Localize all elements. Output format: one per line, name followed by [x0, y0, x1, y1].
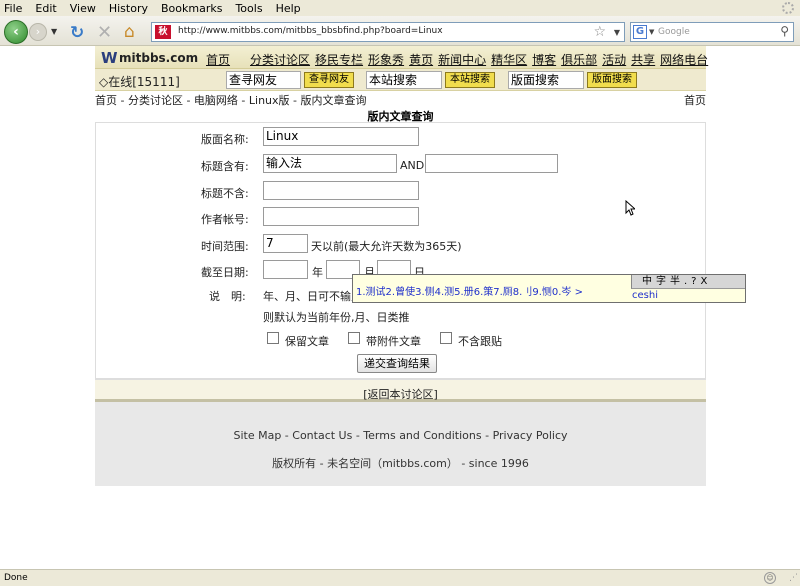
status-addon-icon[interactable]: ☺	[764, 572, 776, 584]
site-logo-text[interactable]: mitbbs.com	[119, 51, 198, 65]
back-to-board-link[interactable]: [返回本讨论区]	[363, 388, 438, 401]
keep-checkbox[interactable]	[267, 332, 279, 344]
url-dropdown-icon[interactable]: ▼	[614, 28, 620, 37]
title-has-input-2[interactable]	[425, 154, 558, 173]
copyright: 版权所有 - 未名空间（mitbbs.com） - since 1996	[272, 457, 529, 470]
browser-search-box[interactable]: G ▼ Google ⚲	[630, 22, 794, 42]
menu-tools[interactable]: Tools	[235, 2, 262, 15]
status-bar: Done ☺ ⋰	[0, 569, 800, 586]
title-not-input[interactable]	[263, 181, 419, 200]
nav-yellowpages[interactable]: 黄页	[409, 51, 433, 68]
nav-radio[interactable]: 网络电台	[660, 51, 708, 68]
year-input[interactable]	[263, 260, 308, 279]
board-label: 版面名称:	[201, 133, 249, 146]
back-bar: [返回本讨论区]	[95, 379, 706, 402]
no-reply-checkbox[interactable]	[440, 332, 452, 344]
attachment-label: 带附件文章	[366, 335, 421, 348]
user-search-input[interactable]: 查寻网友	[226, 71, 301, 89]
nav-blog[interactable]: 博客	[532, 51, 556, 68]
footer: Site Map - Contact Us - Terms and Condit…	[95, 402, 706, 486]
author-input[interactable]	[263, 207, 419, 226]
menu-help[interactable]: Help	[276, 2, 301, 15]
range-suffix: 天以前(最大允许天数为365天)	[311, 240, 462, 253]
nav-show[interactable]: 形象秀	[368, 51, 404, 68]
range-input[interactable]: 7	[263, 234, 308, 253]
bookmark-star-icon[interactable]: ☆	[593, 24, 606, 40]
menu-bookmarks[interactable]: Bookmarks	[161, 2, 222, 15]
url-text[interactable]: http://www.mitbbs.com/mitbbs_bbsbfind.ph…	[178, 26, 443, 36]
site-search-button[interactable]: 本站搜索	[445, 72, 495, 88]
keep-label: 保留文章	[285, 335, 329, 348]
menu-bar: File Edit View History Bookmarks Tools H…	[0, 0, 800, 16]
engine-dropdown-icon[interactable]: ▼	[649, 28, 654, 36]
year-unit: 年	[312, 266, 323, 279]
menu-view[interactable]: View	[70, 2, 96, 15]
ime-candidates[interactable]: 1.测试2.曾使3.侧4.测5.册6.策7.厕8.刂9.恻0.岑 >	[356, 283, 583, 298]
menu-history[interactable]: History	[109, 2, 148, 15]
note-line-1: 年、月、日可不输入	[263, 290, 362, 303]
site-search-input[interactable]: 本站搜索	[366, 71, 442, 89]
site-favicon: 秋	[155, 25, 171, 39]
menu-edit[interactable]: Edit	[35, 2, 56, 15]
reload-icon[interactable]: ↻	[70, 23, 84, 43]
back-button[interactable]: ‹	[4, 20, 28, 44]
navigation-toolbar: ‹ › ▼ ↻ ✕ ⌂ 秋 http://www.mitbbs.com/mitb…	[0, 16, 800, 46]
site-header: W mitbbs.com 首页 分类讨论区 移民专栏 形象秀 黄页 新闻中心 精…	[95, 46, 708, 69]
submit-button[interactable]: 递交查询结果	[357, 354, 437, 373]
note-line-2: 则默认为当前年份,月、日类推	[263, 311, 410, 324]
menu-file[interactable]: File	[4, 2, 22, 15]
search-engine-icon[interactable]: G	[633, 25, 647, 39]
date-label: 截至日期:	[201, 266, 249, 279]
search-form: 版面名称: Linux 标题含有: 输入法 AND 标题不含: 作者帐号: 时间…	[95, 123, 706, 379]
address-bar[interactable]: 秋 http://www.mitbbs.com/mitbbs_bbsbfind.…	[151, 22, 625, 42]
stop-icon[interactable]: ✕	[97, 22, 112, 43]
throbber-icon	[782, 2, 794, 14]
online-count: ◇在线[15111]	[99, 75, 180, 89]
ime-candidate-window: 1.测试2.曾使3.侧4.测5.册6.策7.厕8.刂9.恻0.岑 > 中字半.?…	[352, 274, 746, 303]
site-logo-icon[interactable]: W	[101, 49, 118, 67]
page-content: W mitbbs.com 首页 分类讨论区 移民专栏 形象秀 黄页 新闻中心 精…	[95, 46, 708, 486]
home-icon[interactable]: ⌂	[124, 22, 135, 42]
history-dropdown-icon[interactable]: ▼	[51, 27, 57, 36]
nav-categories[interactable]: 分类讨论区	[250, 51, 310, 68]
nav-club[interactable]: 俱乐部	[561, 51, 597, 68]
nav-news[interactable]: 新闻中心	[438, 51, 486, 68]
nav-events[interactable]: 活动	[602, 51, 626, 68]
site-nav: 首页 分类讨论区 移民专栏 形象秀 黄页 新闻中心 精华区 博客 俱乐部 活动 …	[206, 51, 713, 68]
title-has-label: 标题含有:	[201, 160, 249, 173]
breadcrumb: 首页 - 分类讨论区 - 电脑网络 - Linux版 - 版内文章查询 首页	[95, 91, 706, 108]
resize-grip-icon[interactable]: ⋰	[789, 573, 798, 583]
search-placeholder[interactable]: Google	[658, 27, 690, 37]
breadcrumb-home[interactable]: 首页	[684, 92, 706, 108]
mouse-cursor-icon	[625, 200, 635, 216]
search-row: ◇在线[15111] 查寻网友 查寻网友 本站搜索 本站搜索 版面搜索 版面搜索	[95, 69, 706, 91]
ime-composition: ceshi	[632, 290, 658, 301]
nav-immigration[interactable]: 移民专栏	[315, 51, 363, 68]
no-reply-label: 不含跟贴	[458, 335, 502, 348]
title-not-label: 标题不含:	[201, 187, 249, 200]
title-has-input[interactable]: 输入法	[263, 154, 397, 173]
search-icon[interactable]: ⚲	[780, 24, 789, 38]
ime-toolbar[interactable]: 中字半.?X	[631, 275, 745, 289]
nav-digest[interactable]: 精华区	[491, 51, 527, 68]
board-input[interactable]: Linux	[263, 127, 419, 146]
attachment-checkbox[interactable]	[348, 332, 360, 344]
nav-share[interactable]: 共享	[631, 51, 655, 68]
footer-links[interactable]: Site Map - Contact Us - Terms and Condit…	[95, 402, 706, 442]
breadcrumb-trail[interactable]: 首页 - 分类讨论区 - 电脑网络 - Linux版 - 版内文章查询	[95, 92, 367, 108]
and-label: AND	[400, 159, 425, 172]
board-search-input[interactable]: 版面搜索	[508, 71, 584, 89]
note-label: 说 明:	[209, 290, 246, 303]
status-text: Done	[4, 573, 28, 583]
range-label: 时间范围:	[201, 240, 249, 253]
forward-button[interactable]: ›	[29, 23, 47, 41]
board-search-button[interactable]: 版面搜索	[587, 72, 637, 88]
nav-home[interactable]: 首页	[206, 51, 230, 68]
user-search-button[interactable]: 查寻网友	[304, 72, 354, 88]
author-label: 作者帐号:	[201, 213, 249, 226]
